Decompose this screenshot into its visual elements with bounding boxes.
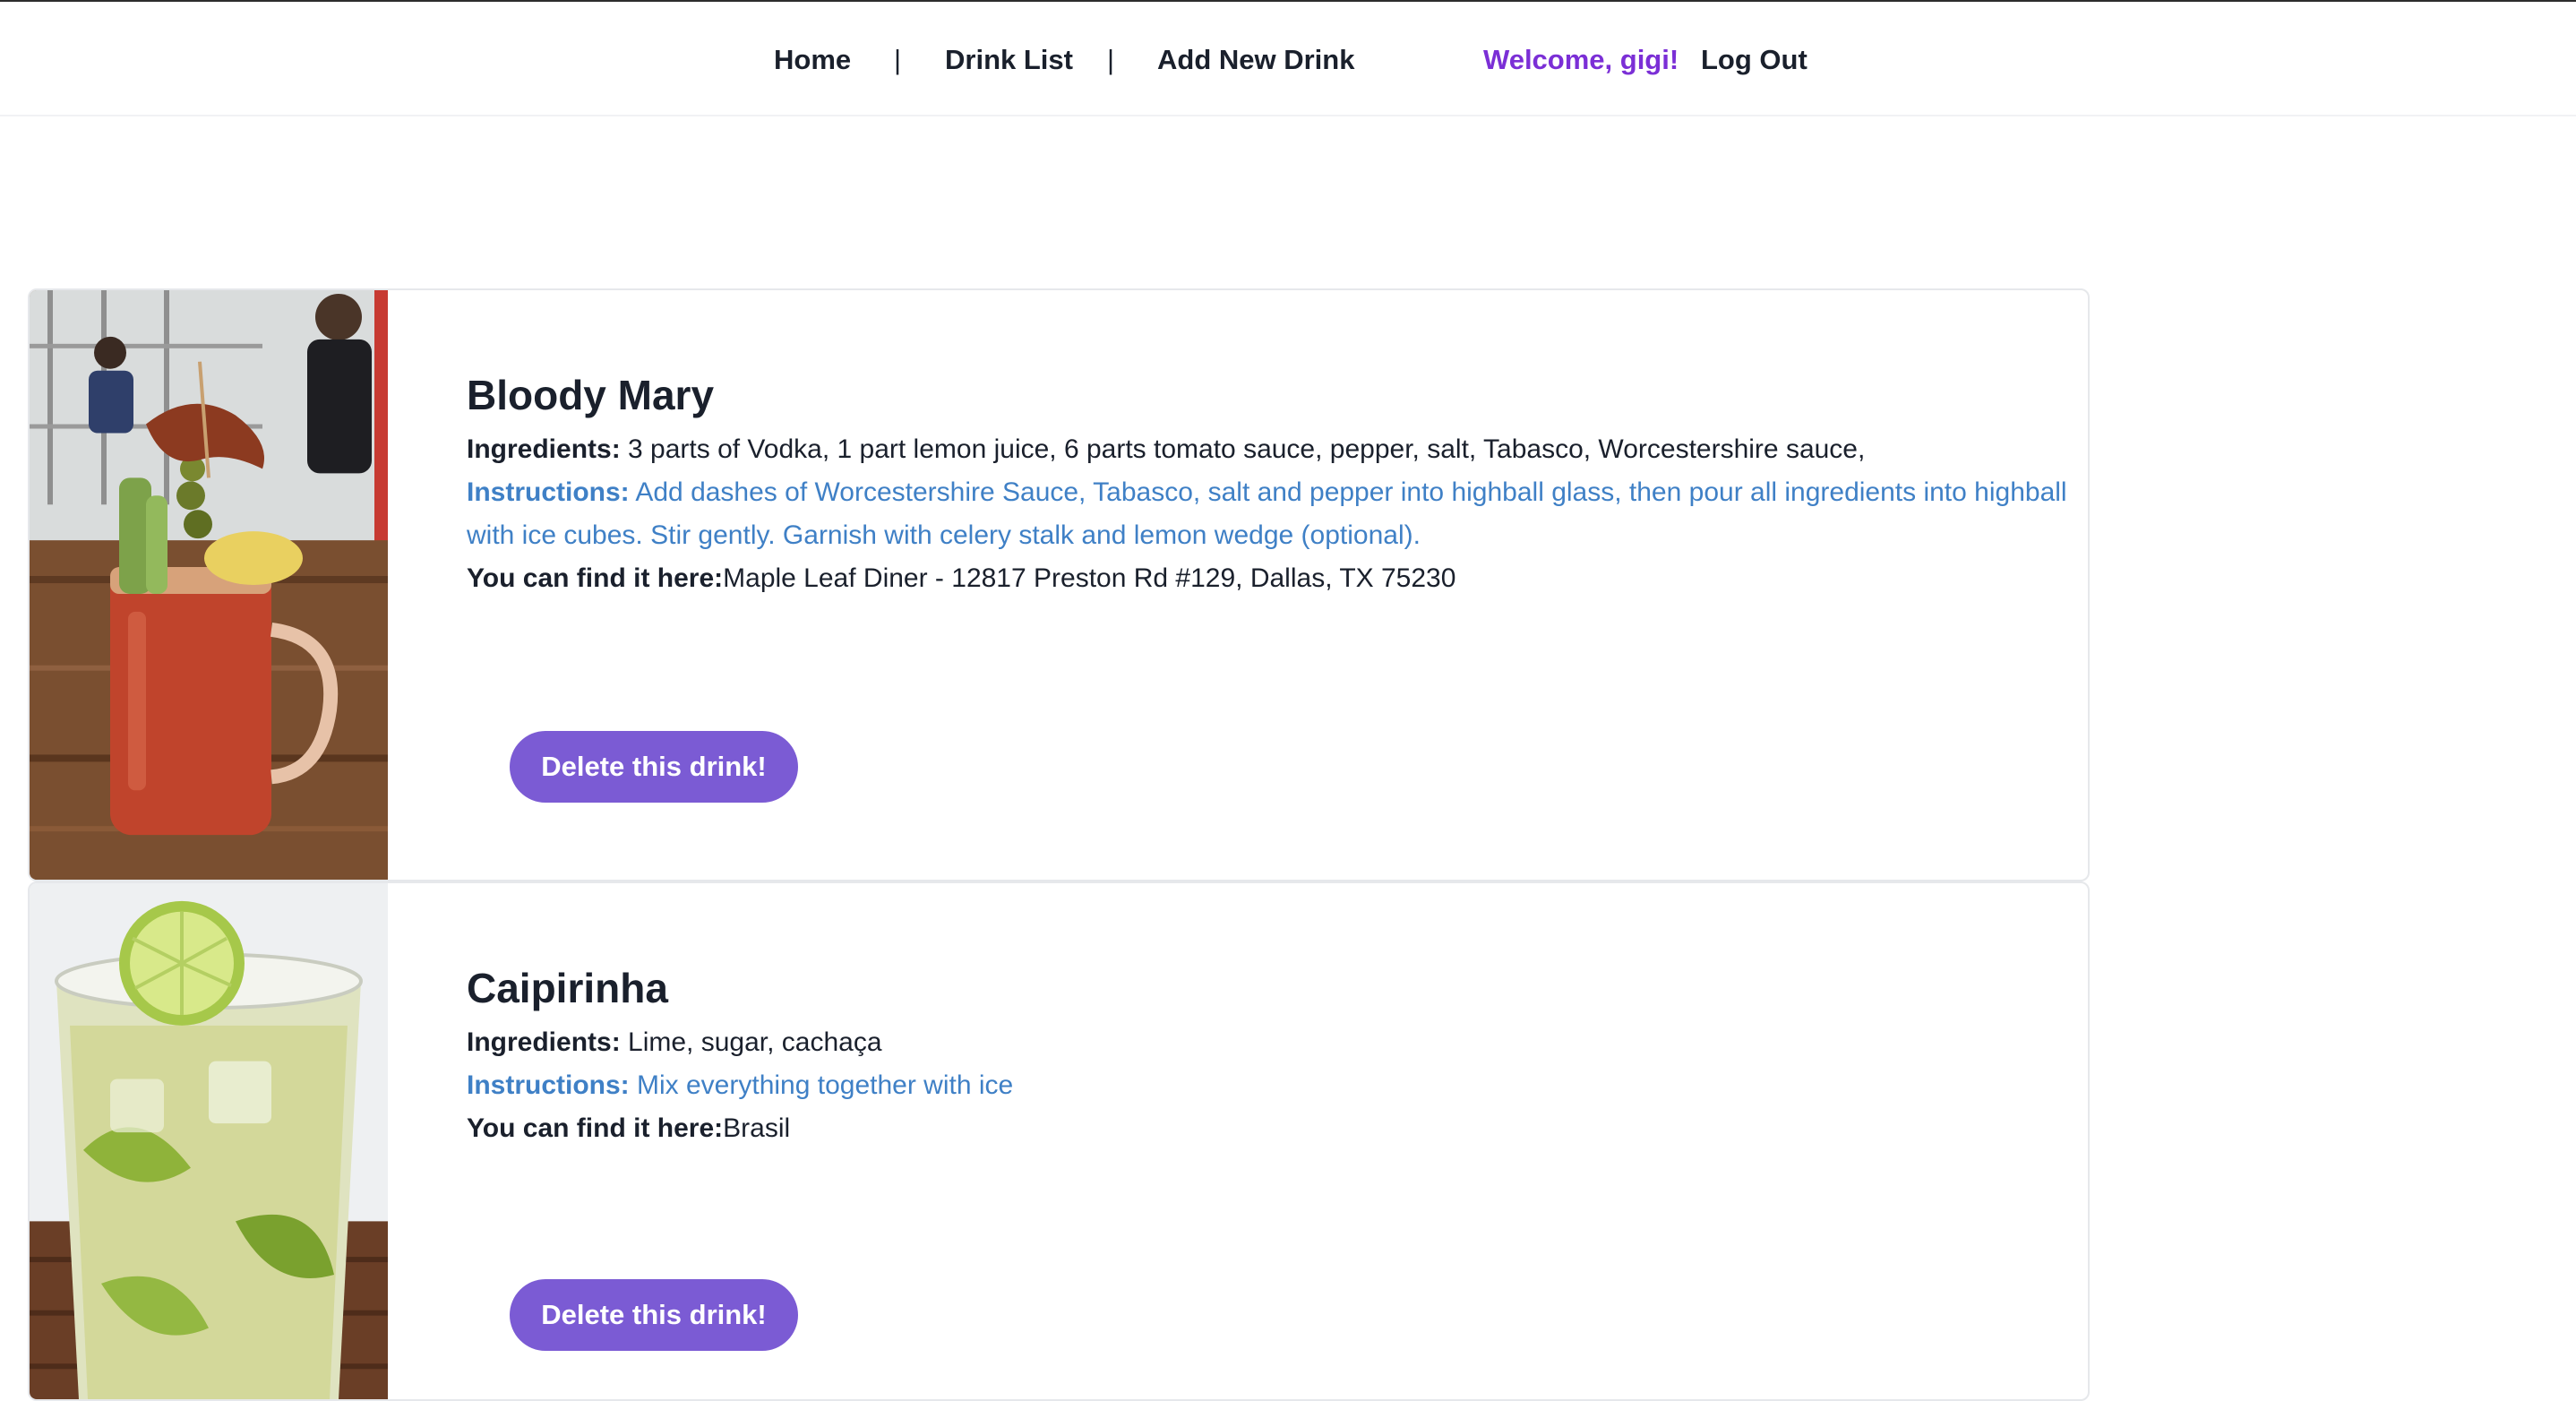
nav-home-link[interactable]: Home [774, 43, 851, 77]
instructions-label: Instructions: [467, 1070, 630, 1100]
drink-image-caipirinha [30, 883, 388, 1399]
location-value: Maple Leaf Diner - 12817 Preston Rd #129… [723, 563, 1456, 593]
caipirinha-photo [30, 883, 388, 1399]
instructions-value: Add dashes of Worcestershire Sauce, Taba… [467, 477, 2067, 550]
instructions-label: Instructions: [467, 477, 630, 507]
drink-card: Caipirinha Ingredients: Lime, sugar, cac… [28, 881, 2090, 1401]
ingredients-value: Lime, sugar, cachaça [620, 1027, 882, 1057]
nav-separator: | [894, 44, 902, 75]
welcome-message: Welcome, gigi! [1483, 44, 1679, 75]
drink-location: You can find it here:Maple Leaf Diner - … [467, 557, 2070, 600]
drink-ingredients: Ingredients: 3 parts of Vodka, 1 part le… [467, 428, 2070, 471]
drink-name: Caipirinha [467, 965, 668, 1011]
drink-details: Bloody Mary Ingredients: 3 parts of Vodk… [467, 371, 2070, 600]
drink-instructions: Instructions: Add dashes of Worcestershi… [467, 471, 2070, 557]
drink-details: Caipirinha Ingredients: Lime, sugar, cac… [467, 964, 2070, 1150]
bloody-mary-photo [30, 290, 388, 880]
drink-image-bloody-mary [30, 290, 388, 880]
drink-instructions: Instructions: Mix everything together wi… [467, 1064, 2070, 1107]
drink-card: Bloody Mary Ingredients: 3 parts of Vodk… [28, 288, 2090, 881]
drink-name: Bloody Mary [467, 372, 715, 418]
location-label: You can find it here: [467, 1113, 724, 1143]
nav-separator: | [1107, 44, 1115, 75]
top-navbar: Home | Drink List | Add New Drink Welcom… [0, 2, 2576, 116]
nav-add-new-drink-link[interactable]: Add New Drink [1157, 43, 1354, 77]
nav-drink-list-link[interactable]: Drink List [945, 43, 1073, 77]
location-value: Brasil [723, 1113, 791, 1143]
instructions-value: Mix everything together with ice [629, 1070, 1014, 1100]
delete-drink-button[interactable]: Delete this drink! [510, 731, 798, 803]
delete-drink-button[interactable]: Delete this drink! [510, 1279, 798, 1351]
ingredients-label: Ingredients: [467, 1027, 621, 1057]
ingredients-label: Ingredients: [467, 434, 621, 464]
ingredients-value: 3 parts of Vodka, 1 part lemon juice, 6 … [620, 434, 1866, 464]
location-label: You can find it here: [467, 563, 724, 593]
drink-location: You can find it here:Brasil [467, 1107, 2070, 1150]
drink-ingredients: Ingredients: Lime, sugar, cachaça [467, 1021, 2070, 1064]
nav-log-out-link[interactable]: Log Out [1701, 43, 1807, 77]
